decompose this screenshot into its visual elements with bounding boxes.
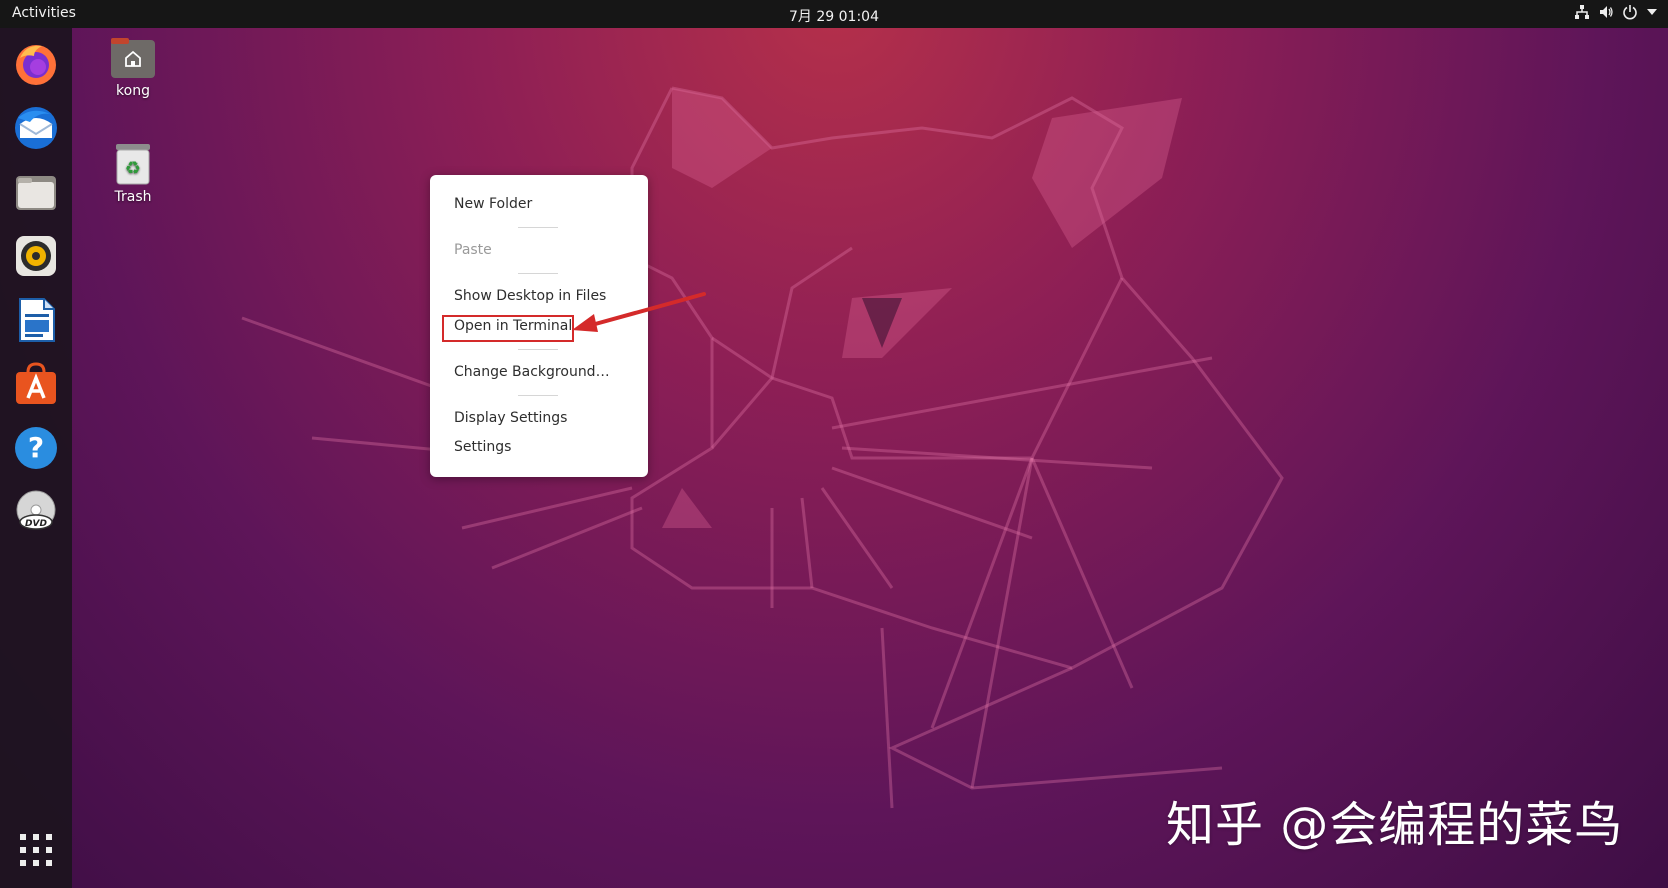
rhythmbox-icon[interactable]	[12, 232, 60, 280]
svg-text:DVD: DVD	[25, 519, 47, 529]
menu-item-paste: Paste	[454, 242, 492, 258]
svg-text:?: ?	[28, 431, 44, 464]
annotation-arrow	[572, 292, 706, 332]
system-tray[interactable]	[1574, 4, 1658, 20]
dvd-icon[interactable]: DVD	[12, 488, 60, 536]
clock[interactable]: 7月 29 01:04	[0, 6, 1668, 26]
menu-separator	[518, 349, 558, 350]
desktop-icon-label: Trash	[114, 189, 152, 205]
menu-separator	[518, 395, 558, 396]
svg-text:♻: ♻	[125, 158, 141, 179]
menu-item-display-settings[interactable]: Display Settings	[454, 410, 567, 426]
files-icon[interactable]	[12, 168, 60, 216]
watermark-text: 知乎 @会编程的菜鸟	[1166, 797, 1624, 853]
menu-separator	[518, 227, 558, 228]
desktop-icon-home[interactable]: kong	[88, 36, 178, 99]
help-icon[interactable]: ?	[12, 424, 60, 472]
thunderbird-icon[interactable]	[12, 104, 60, 152]
network-icon[interactable]	[1574, 4, 1590, 20]
wallpaper-cat-art	[241, 86, 1284, 809]
home-folder-icon	[88, 36, 178, 80]
firefox-icon[interactable]	[12, 40, 60, 88]
ubuntu-software-icon[interactable]	[12, 360, 60, 408]
menu-separator	[518, 273, 558, 274]
menu-item-settings[interactable]: Settings	[454, 439, 511, 455]
dock: ? DVD	[0, 28, 72, 888]
volume-icon[interactable]	[1598, 4, 1614, 20]
desktop-icon-trash[interactable]: ♻ Trash	[88, 142, 178, 205]
trash-icon: ♻	[88, 142, 178, 186]
menu-item-new-folder[interactable]: New Folder	[454, 196, 532, 212]
power-icon[interactable]	[1622, 4, 1638, 20]
libreoffice-writer-icon[interactable]	[12, 296, 60, 344]
top-bar: Activities 7月 29 01:04	[0, 0, 1668, 28]
menu-item-change-background[interactable]: Change Background…	[454, 364, 610, 380]
chevron-down-icon[interactable]	[1646, 6, 1658, 18]
annotation-highlight-box	[442, 315, 574, 342]
desktop-screen: Activities 7月 29 01:04 ? DVD kong ♻ Tras…	[0, 0, 1668, 888]
desktop-icon-label: kong	[116, 83, 150, 99]
show-applications-icon[interactable]	[12, 826, 60, 874]
